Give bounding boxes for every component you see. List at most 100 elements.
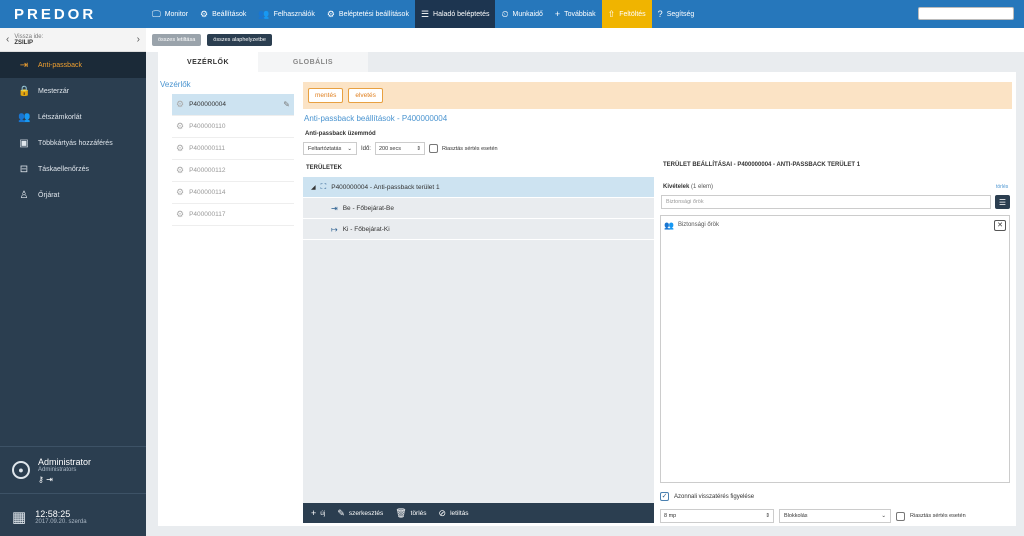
- nav-label: Felhasználók: [273, 10, 315, 18]
- exception-label: Biztonsági őrök: [677, 222, 719, 228]
- button-label: új: [320, 509, 326, 517]
- sidebar-item-bag-check[interactable]: ⊟ Táskaellenőrzés: [0, 156, 146, 182]
- key-icon[interactable]: ⚷: [38, 475, 44, 484]
- chevron-left-icon: ‹: [6, 34, 10, 45]
- nav-users[interactable]: 👥 Felhasználók: [252, 0, 320, 28]
- sidebar-item-anti-passback[interactable]: ⇥ Anti-passback: [0, 52, 146, 78]
- exceptions-header: Kivételek (1 elem): [663, 184, 713, 190]
- discard-button[interactable]: elvetés: [348, 88, 383, 103]
- controller-item[interactable]: ⚙ P400000117: [172, 204, 294, 226]
- sidebar-item-label: Mesterzár: [38, 87, 70, 95]
- disable-button[interactable]: ⊘ letiltás: [439, 508, 469, 519]
- avatar[interactable]: ●: [12, 461, 30, 479]
- chip-icon: ⚙: [176, 143, 185, 153]
- clock-icon: ⏲: [501, 8, 509, 19]
- collapse-icon[interactable]: ◢: [311, 184, 316, 191]
- disable-all-button[interactable]: összes letiltása: [152, 34, 202, 46]
- spinner-icon[interactable]: ⇕: [765, 513, 770, 519]
- nav-advanced-access[interactable]: ☰ Haladó beléptetés: [414, 0, 496, 28]
- user-role: Administrators: [38, 466, 77, 473]
- nav-help[interactable]: ? Segítség: [652, 0, 701, 28]
- nav-label: Továbbiak: [564, 10, 596, 18]
- area-child-row[interactable]: ⇥ Be - Főbejárat-Be: [303, 198, 654, 219]
- list-icon[interactable]: ☰: [995, 195, 1010, 209]
- plus-icon: +: [554, 8, 561, 19]
- controller-item[interactable]: ⚙ P400000111: [172, 138, 294, 160]
- nav-access-settings[interactable]: ⚙ Beléptetési beállítások: [321, 0, 415, 28]
- area-root-row[interactable]: ◢ ⛶ P400000004 - Anti-passback terület 1: [303, 177, 654, 198]
- sliders-icon: ☰: [420, 8, 430, 19]
- nav-settings[interactable]: ⚙ Beállítások: [194, 0, 252, 28]
- chip-icon: ⚙: [176, 187, 185, 197]
- enter-icon: ⇥: [331, 203, 338, 213]
- spinner-icon[interactable]: ⇕: [416, 146, 421, 152]
- close-icon[interactable]: ✕: [994, 219, 1006, 231]
- controller-label: P400000110: [189, 123, 226, 130]
- block-select[interactable]: Blokkolás ⌄: [779, 509, 891, 523]
- delete-button[interactable]: 🗑 törlés: [395, 508, 426, 519]
- back-target: ZSILIP: [14, 39, 34, 46]
- mode-select[interactable]: Feltartóztatás ⌄: [303, 142, 357, 155]
- time-value: 200 secs: [378, 145, 401, 152]
- areas-header: TERÜLETEK: [303, 159, 654, 177]
- area-icon: ⛶: [320, 182, 327, 191]
- clear-exceptions-link[interactable]: törlés: [996, 184, 1008, 190]
- nav-more[interactable]: + Továbbiak: [549, 0, 602, 28]
- nav-label: Beléptetési beállítások: [338, 10, 409, 18]
- nav-monitor[interactable]: 🖵 Monitor: [146, 0, 194, 28]
- sidebar-item-patrol[interactable]: ♙ Őrjárat: [0, 182, 146, 208]
- exception-item[interactable]: 👥 Biztonsági őrök ✕: [661, 216, 1009, 234]
- controller-item[interactable]: ⚙ P400000114: [172, 182, 294, 204]
- exceptions-search-input[interactable]: Biztonsági őrök: [661, 195, 991, 209]
- clock-panel: ▦ 12:58:25 2017.09.20. szerda: [0, 498, 146, 536]
- exceptions-label: Kivételek: [663, 184, 690, 190]
- area-child-row[interactable]: ↦ Ki - Főbejárat-Ki: [303, 219, 654, 240]
- edit-button[interactable]: ✎ szerkesztés: [337, 508, 383, 519]
- seconds-stepper[interactable]: 8 mp ⇕: [660, 509, 774, 523]
- areas-panel: TERÜLETEK ◢ ⛶ P400000004 - Anti-passback t…: [303, 159, 654, 523]
- button-label: törlés: [410, 509, 427, 517]
- ban-icon: ⊘: [438, 507, 447, 518]
- sidebar-item-master-lock[interactable]: 🔒 Mesterzár: [0, 78, 146, 104]
- main-nav: 🖵 Monitor ⚙ Beállítások 👥 Felhasználók ⚙ Bel…: [146, 0, 700, 28]
- chevron-right-icon[interactable]: ›: [137, 34, 140, 45]
- controller-label: P400000114: [189, 189, 226, 196]
- clock-date: 2017.09.20. szerda: [35, 519, 87, 525]
- tab-controllers[interactable]: VEZÉRLŐK: [158, 52, 258, 72]
- block-value: Blokkolás: [784, 513, 808, 519]
- controller-item[interactable]: ⚙ P400000004 ✎: [172, 94, 294, 116]
- new-button[interactable]: + új: [311, 508, 325, 518]
- area-alarm-checkbox[interactable]: [896, 511, 905, 521]
- logo: PREDOR: [14, 5, 97, 23]
- sidebar-item-multi-card[interactable]: ▣ Többkártyás hozzáférés: [0, 130, 146, 156]
- back-link[interactable]: ‹ Vissza ide: ZSILIP ›: [0, 28, 146, 52]
- user-panel: ● Administrator Administrators ⚷ ⇥: [0, 446, 146, 494]
- alarm-checkbox[interactable]: [428, 144, 438, 153]
- nav-upload[interactable]: ⇧ Feltöltés: [601, 0, 652, 28]
- pencil-icon: ✎: [337, 507, 345, 518]
- tab-global[interactable]: GLOBÁLIS: [258, 52, 368, 72]
- help-icon: ?: [657, 8, 663, 19]
- page-toolbar: összes letiltása összes alaphelyzetbe: [146, 28, 1024, 52]
- top-search-input[interactable]: [918, 7, 1014, 20]
- mode-label: Anti-passback üzemmód: [305, 131, 376, 137]
- access-icon: ⚙: [326, 8, 335, 19]
- controller-item[interactable]: ⚙ P400000112: [172, 160, 294, 182]
- sidebar-item-occupancy-limit[interactable]: 👥 Létszámkorlát: [0, 104, 146, 130]
- controller-item[interactable]: ⚙ P400000110: [172, 116, 294, 138]
- controller-label: P400000004: [189, 101, 226, 108]
- chip-icon: ⚙: [176, 121, 185, 131]
- lock-icon: 🔒: [18, 85, 31, 97]
- time-stepper[interactable]: 200 secs ⇕: [374, 142, 425, 155]
- reset-all-button[interactable]: összes alaphelyzetbe: [207, 34, 272, 46]
- back-label: Vissza ide:: [14, 33, 44, 40]
- exceptions-list: 👥 Biztonsági őrök ✕: [660, 215, 1010, 483]
- immediate-return-checkbox[interactable]: ✓: [660, 492, 669, 501]
- logout-icon[interactable]: ⇥: [46, 475, 53, 484]
- main-content: Vezérlők ⚙ P400000004 ✎ ⚙ P400000110 ⚙ P4000…: [158, 72, 1016, 526]
- mode-bar: Feltartóztatás ⌄ Idő: 200 secs ⇕ Riasztás …: [303, 142, 498, 155]
- top-navbar: PREDOR 🖵 Monitor ⚙ Beállítások 👥 Felhasznál…: [0, 0, 1024, 28]
- edit-icon[interactable]: ✎: [283, 100, 290, 109]
- save-button[interactable]: mentés: [308, 88, 344, 103]
- nav-worktime[interactable]: ⏲ Munkaidő: [495, 0, 548, 28]
